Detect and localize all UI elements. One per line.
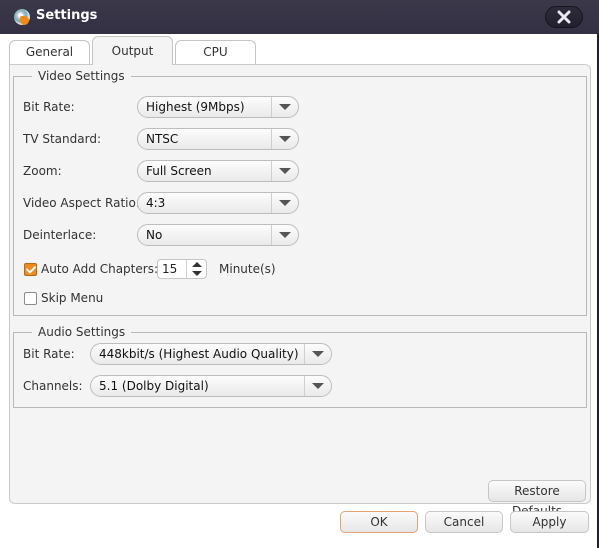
auto-chapters-checkbox[interactable] [24,263,37,276]
chevron-down-icon [271,97,298,117]
tv-standard-select[interactable]: NTSC [137,128,299,150]
video-bit-rate-value: Highest (9Mbps) [146,100,245,114]
zoom-select[interactable]: Full Screen [137,160,299,182]
aspect-ratio-label: Video Aspect Ratio: [23,196,140,210]
audio-settings-legend: Audio Settings [32,325,132,339]
decrement-arrow-icon[interactable] [192,271,202,276]
close-x-icon [557,10,571,24]
chevron-down-icon [304,376,331,396]
aspect-ratio-value: 4:3 [146,196,166,210]
chapter-interval-value: 15 [162,262,178,276]
deinterlace-value: No [146,228,163,242]
chapter-unit-label: Minute(s) [219,262,276,276]
aspect-ratio-select[interactable]: 4:3 [137,192,299,214]
tv-standard-value: NTSC [146,132,179,146]
tv-standard-label: TV Standard: [23,132,101,146]
apply-button[interactable]: Apply [510,511,589,533]
video-bit-rate-label: Bit Rate: [23,100,75,114]
chevron-down-icon [271,129,298,149]
output-panel: Video Settings Bit Rate: Highest (9Mbps)… [9,64,591,518]
auto-chapters-label: Auto Add Chapters: [41,262,158,276]
video-settings-legend: Video Settings [32,69,131,83]
skip-menu-checkbox[interactable] [24,292,37,305]
restore-defaults-button[interactable]: Restore Defaults [488,480,586,518]
app-dvd-icon [14,9,30,25]
title-bar: Settings [0,0,599,34]
tab-output[interactable]: Output [92,36,173,65]
channels-label: Channels: [23,379,83,393]
skip-menu-label: Skip Menu [41,291,104,305]
deinterlace-label: Deinterlace: [23,228,97,242]
chevron-down-icon [271,161,298,181]
zoom-value: Full Screen [146,164,212,178]
audio-bit-rate-label: Bit Rate: [23,347,75,361]
deinterlace-select[interactable]: No [137,224,299,246]
close-button[interactable] [545,6,583,28]
increment-arrow-icon[interactable] [192,262,202,267]
audio-bit-rate-value: 448kbit/s (Highest Audio Quality) [99,347,299,361]
chapter-interval-stepper[interactable]: 15 [157,259,207,279]
audio-bit-rate-select[interactable]: 448kbit/s (Highest Audio Quality) [90,343,332,365]
chevron-down-icon [271,193,298,213]
zoom-label: Zoom: [23,164,62,178]
video-bit-rate-select[interactable]: Highest (9Mbps) [137,96,299,118]
cancel-button[interactable]: Cancel [425,511,503,533]
window-title: Settings [36,8,98,23]
channels-select[interactable]: 5.1 (Dolby Digital) [90,375,332,397]
ok-button[interactable]: OK [340,511,418,533]
chevron-down-icon [271,225,298,245]
stepper-buttons [186,260,206,278]
chevron-down-icon [304,344,331,364]
tab-cpu[interactable]: CPU [175,40,256,64]
channels-value: 5.1 (Dolby Digital) [99,379,209,393]
tab-general[interactable]: General [9,40,90,64]
